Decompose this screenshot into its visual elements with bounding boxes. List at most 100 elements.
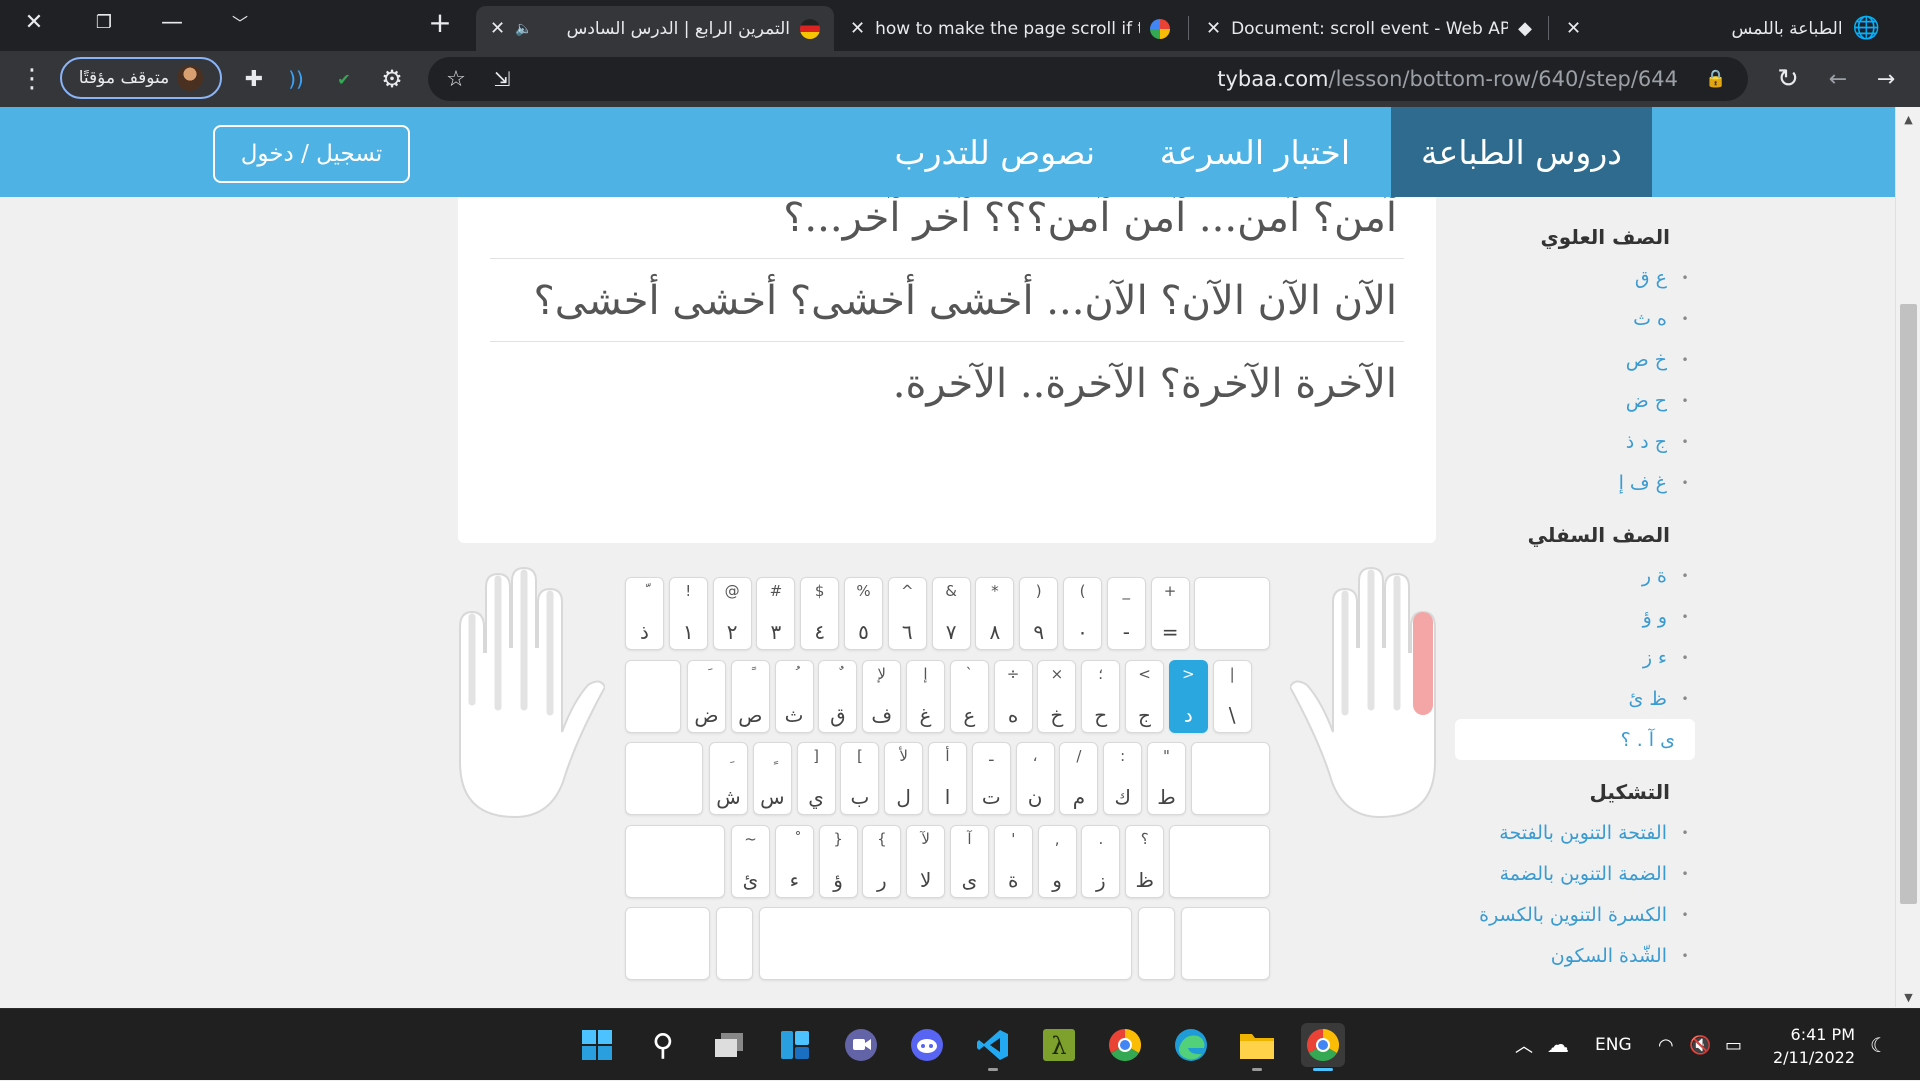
lambda-app-icon[interactable]: λ xyxy=(1037,1023,1081,1067)
exercise-line: الآخرة الآخرة؟ الآخرة.. الآخرة. xyxy=(892,361,1397,407)
key-char: ٤ xyxy=(814,620,826,644)
tab-typing-lesson[interactable]: ✕ 🔈 التمرين الرابع | الدرس السادس xyxy=(476,6,834,51)
tab-mdn-scroll-event[interactable]: ✕ Document: scroll event - Web AP ◆ xyxy=(1192,6,1546,51)
key-char: ز xyxy=(1096,867,1106,892)
sidebar-lesson-link[interactable]: • غ ف إ xyxy=(1455,462,1695,503)
lesson-sidebar: الصف العلوي • ع ق • ه ث • خ ص • ح ض • ج د ذ • غ ف إ ا… xyxy=(1455,217,1695,976)
restore-window-icon[interactable]: ❐ xyxy=(78,0,130,44)
key-char: ٨ xyxy=(989,620,1001,644)
minimize-window-icon[interactable]: — xyxy=(146,0,198,44)
close-tab-icon[interactable]: ✕ xyxy=(850,18,865,39)
scroll-down-arrow-icon[interactable]: ▼ xyxy=(1896,987,1920,1007)
sidebar-lesson-link[interactable]: • ح ض xyxy=(1455,380,1695,421)
widgets-icon[interactable] xyxy=(773,1023,817,1067)
sidebar-lesson-link[interactable]: ى آ . ؟ xyxy=(1455,719,1695,760)
teams-chat-icon[interactable] xyxy=(839,1023,883,1067)
page-scrollbar[interactable]: ▲ ▼ xyxy=(1895,107,1920,1007)
sidebar-lesson-label: ح ض xyxy=(1625,389,1667,412)
battery-icon[interactable]: ▭ xyxy=(1725,1009,1742,1081)
url-text[interactable]: tybaa.com/lesson/bottom-row/640/step/644 xyxy=(1217,67,1678,91)
sidebar-lesson-link[interactable]: • خ ص xyxy=(1455,339,1695,380)
url-host: tybaa.com xyxy=(1217,67,1329,91)
key-shift-char: إ xyxy=(923,664,928,683)
vscode-icon[interactable] xyxy=(971,1023,1015,1071)
login-register-button[interactable]: تسجيل / دخول xyxy=(213,125,410,183)
task-view-icon[interactable] xyxy=(707,1023,751,1067)
back-arrow-icon[interactable]: ← xyxy=(1816,57,1860,101)
key-char: ل xyxy=(896,785,911,809)
search-icon[interactable]: ⚲ xyxy=(641,1023,685,1067)
keyboard-key: % ٥ xyxy=(844,577,883,650)
keyboard-key: < ج xyxy=(1125,659,1164,733)
new-tab-icon[interactable]: + xyxy=(414,0,466,44)
sidebar-lesson-link[interactable]: • ع ق xyxy=(1455,257,1695,298)
tab-touch-typing[interactable]: ✕ الطباعة باللمس 🌐 xyxy=(1552,6,1894,51)
tray-chevron-up-icon[interactable]: ︿ xyxy=(1515,1009,1533,1081)
close-tab-icon[interactable]: ✕ xyxy=(1206,18,1221,39)
edge-icon[interactable] xyxy=(1169,1023,1213,1067)
key-shift-char: ^ xyxy=(901,582,914,600)
key-char: ر xyxy=(877,867,887,892)
key-char: ك xyxy=(1114,785,1131,809)
volume-muted-icon[interactable]: 🔇 xyxy=(1689,1009,1711,1081)
bullet-icon: • xyxy=(1681,393,1689,408)
sidebar-lesson-link[interactable]: • ه ث xyxy=(1455,298,1695,339)
nav-speed-test[interactable]: اختبار السرعة xyxy=(1130,107,1380,197)
nav-practice-texts[interactable]: نصوص للتدرب xyxy=(865,107,1126,197)
audio-playing-icon[interactable]: 🔈 xyxy=(515,21,532,37)
close-tab-icon[interactable]: ✕ xyxy=(1566,18,1581,39)
sidebar-lesson-link[interactable]: • الضمة التنوين بالضمة xyxy=(1455,853,1695,894)
chrome-active-icon[interactable] xyxy=(1301,1023,1345,1071)
sidebar-lesson-link[interactable]: • الشّدة السكون xyxy=(1455,935,1695,976)
key-char: غ xyxy=(919,702,932,727)
extensions-puzzle-icon[interactable]: ✚ xyxy=(232,57,276,101)
keyboard-key: * ٨ xyxy=(975,577,1015,650)
share-icon[interactable]: ⇲ xyxy=(480,57,524,101)
keyboard-key: ـت xyxy=(971,742,1011,815)
windows-start-icon[interactable] xyxy=(575,1023,619,1067)
windows-taskbar: ⚲ λ ︿ ☁ ENG ◠ 🔇 ▭ 6:41 PM 2/11/2022 ☾ xyxy=(0,1008,1920,1080)
read-aloud-extension-icon[interactable]: )) xyxy=(274,57,318,101)
sidebar-lesson-link[interactable]: • ج د ذ xyxy=(1455,421,1695,462)
notification-moon-icon[interactable]: ☾ xyxy=(1870,1009,1888,1081)
bookmark-star-icon[interactable]: ☆ xyxy=(434,57,478,101)
url-path: /lesson/bottom-row/640/step/644 xyxy=(1328,67,1678,91)
scroll-thumb[interactable] xyxy=(1900,304,1917,904)
close-window-icon[interactable]: ✕ xyxy=(8,0,60,44)
sidebar-lesson-link[interactable]: • الفتحة التنوين بالفتحة xyxy=(1455,812,1695,853)
nav-typing-lessons[interactable]: دروس الطباعة xyxy=(1390,107,1652,197)
taskbar-clock[interactable]: 6:41 PM 2/11/2022 xyxy=(1745,1023,1855,1069)
key-char: ٢ xyxy=(726,620,738,644)
file-explorer-icon[interactable] xyxy=(1235,1023,1279,1071)
sidebar-lesson-link[interactable]: • ء ز xyxy=(1455,637,1695,678)
sidebar-lesson-link[interactable]: • الكسرة التنوين بالكسرة xyxy=(1455,894,1695,935)
keyboard-key: {ر xyxy=(862,824,902,898)
onedrive-cloud-icon[interactable]: ☁ xyxy=(1547,1009,1569,1081)
google-favicon-icon xyxy=(1150,18,1170,39)
sidebar-lesson-link[interactable]: • ة ر xyxy=(1455,555,1695,596)
sidebar-lesson-link[interactable]: • و ؤ xyxy=(1455,596,1695,637)
reload-icon[interactable]: ↻ xyxy=(1766,57,1810,101)
key-char: ٧ xyxy=(945,620,957,644)
key-char: لا xyxy=(919,867,932,892)
profile-paused-button[interactable]: متوقف مؤقتًا xyxy=(60,57,222,99)
tab-stackoverflow[interactable]: ✕ how to make the page scroll if th xyxy=(836,6,1184,51)
keyboard-key: ِش xyxy=(709,742,748,815)
lock-icon[interactable]: 🔒 xyxy=(1698,57,1734,101)
chrome-icon[interactable] xyxy=(1103,1023,1147,1067)
language-indicator[interactable]: ENG xyxy=(1595,1009,1632,1081)
close-tab-icon[interactable]: ✕ xyxy=(490,18,505,39)
tab-search-chevron-icon[interactable]: ﹀ xyxy=(214,0,266,44)
address-bar[interactable]: ☆ ⇲ tybaa.com/lesson/bottom-row/640/step… xyxy=(428,57,1748,101)
discord-icon[interactable] xyxy=(905,1023,949,1067)
gear-extension-icon[interactable]: ⚙ xyxy=(370,57,414,101)
scroll-up-arrow-icon[interactable]: ▲ xyxy=(1896,109,1920,129)
keyboard-key: ! ١ xyxy=(668,577,708,650)
sidebar-lesson-link[interactable]: • ظ ئ xyxy=(1455,678,1695,719)
bullet-icon: • xyxy=(1681,691,1689,706)
wifi-icon[interactable]: ◠ xyxy=(1658,1009,1674,1081)
check-extension-icon[interactable]: ✔ xyxy=(322,57,366,101)
keyboard-modifier-key xyxy=(625,742,703,815)
menu-kebab-icon[interactable]: ⋮ xyxy=(14,57,50,101)
forward-arrow-icon[interactable]: → xyxy=(1864,57,1908,101)
